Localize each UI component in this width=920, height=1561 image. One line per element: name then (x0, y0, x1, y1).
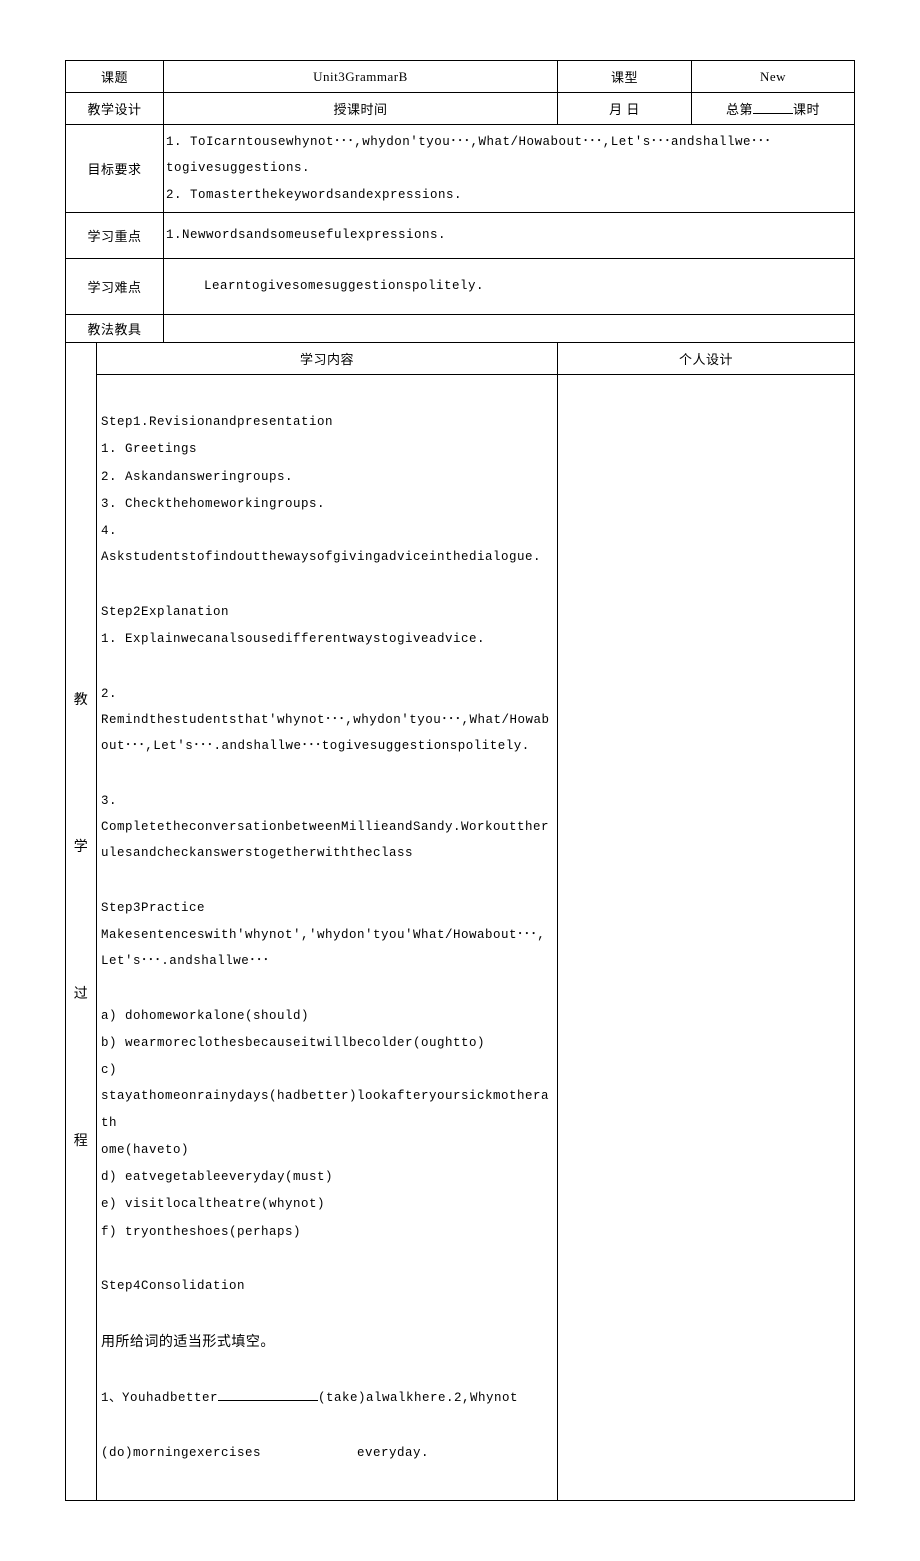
content-line (101, 382, 553, 408)
fill-line-1: 1、Youhadbetter(take)alwalkhere.2,Whynot (101, 1385, 553, 1411)
content-line: 4. Askstudentstofindoutthewaysofgivingad… (101, 518, 553, 571)
content-line (101, 572, 553, 598)
type-value: New (692, 61, 855, 93)
content-line (101, 1412, 553, 1438)
content-line: 1. Explainwecanalsousedifferentwaystogiv… (101, 626, 553, 652)
goals-label: 目标要求 (66, 125, 164, 213)
content-line: c) stayathomeonrainydays(hadbetter)looka… (101, 1057, 553, 1136)
focus-label: 学习重点 (66, 212, 164, 258)
goals-line-1: 1. ToIcarntousewhynot･･･,whydon'tyou･･･,… (166, 129, 852, 182)
tools-label: 教法教具 (66, 314, 164, 342)
process-content: Step1.Revisionandpresentation1. Greeting… (96, 374, 557, 1500)
content-line (101, 760, 553, 786)
content-line: f) tryontheshoes(perhaps) (101, 1219, 553, 1245)
content-line: a) dohomeworkalone(should) (101, 1003, 553, 1029)
goals-content: 1. ToIcarntousewhynot･･･,whydon'tyou･･･,… (163, 125, 854, 213)
content-line (101, 1246, 553, 1272)
topic-value: Unit3GrammarB (163, 61, 557, 93)
content-line: e) visitlocaltheatre(whynot) (101, 1191, 553, 1217)
difficulty-label: 学习难点 (66, 258, 164, 314)
col1-header: 学习内容 (96, 342, 557, 374)
total-cell: 总第 课时 (692, 93, 855, 125)
date-value: 月 日 (557, 93, 691, 125)
design-label: 教学设计 (66, 93, 164, 125)
content-line: 1. Greetings (101, 436, 553, 462)
content-line: 2. Remindthestudentsthat'whynot･･･,whydo… (101, 681, 553, 760)
col2-header: 个人设计 (557, 342, 854, 374)
content-line: ome(haveto) (101, 1137, 553, 1163)
time-label: 授课时间 (163, 93, 557, 125)
content-line (101, 867, 553, 893)
difficulty-content: Learntogivesomesuggestionspolitely. (163, 258, 854, 314)
content-line: 2. Askandansweringroups. (101, 464, 553, 490)
fill-title: 用所给词的适当形式填空。 (101, 1328, 553, 1357)
content-line: Step1.Revisionandpresentation (101, 409, 553, 435)
content-line: Step2Explanation (101, 599, 553, 625)
content-line: b) wearmoreclothesbecauseitwillbecolder(… (101, 1030, 553, 1056)
process-side-label: 教学过程 (66, 342, 97, 1500)
blank-field (753, 101, 793, 114)
content-line (101, 1467, 553, 1493)
content-line: Makesentenceswith'whynot','whydon'tyou'W… (101, 922, 553, 975)
goals-line-2: 2. Tomasterthekeywordsandexpressions. (166, 182, 852, 208)
total-suffix: 课时 (793, 102, 820, 117)
content-line (101, 975, 553, 1001)
content-line (101, 1300, 553, 1326)
focus-content: 1.Newwordsandsomeusefulexpressions. (163, 212, 854, 258)
content-line (101, 1358, 553, 1384)
fill-line-2: (do)morningexercises everyday. (101, 1440, 553, 1466)
personal-design-content (557, 374, 854, 1500)
content-line: 3. Checkthehomeworkingroups. (101, 491, 553, 517)
tools-content (163, 314, 854, 342)
content-line: d) eatvegetableeveryday(must) (101, 1164, 553, 1190)
content-line: Step4Consolidation (101, 1273, 553, 1299)
total-prefix: 总第 (726, 102, 753, 117)
content-line: Step3Practice (101, 895, 553, 921)
type-label: 课型 (557, 61, 691, 93)
content-line (101, 653, 553, 679)
content-line: 3. CompletetheconversationbetweenMilliea… (101, 788, 553, 867)
topic-label: 课题 (66, 61, 164, 93)
